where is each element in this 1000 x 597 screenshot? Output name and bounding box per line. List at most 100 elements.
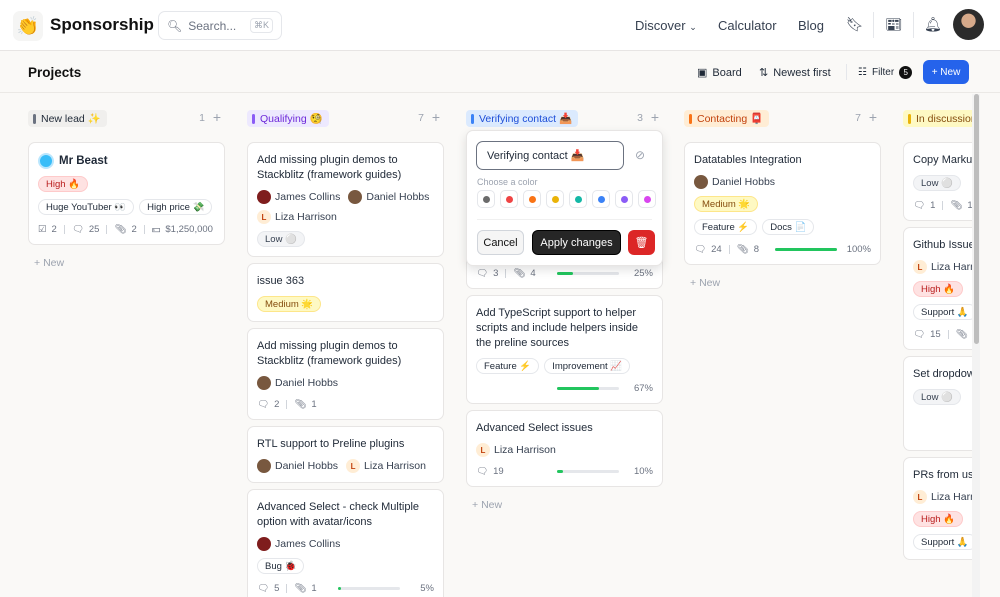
assignee[interactable]: LLiza Harrison xyxy=(346,459,426,473)
task-card[interactable]: PRs from us L Liza Harrison High 🔥 Support 🙏 xyxy=(903,457,972,560)
nav-blog[interactable]: Blog xyxy=(798,18,824,33)
label-tag[interactable]: Docs 📄 xyxy=(762,219,815,235)
assignee[interactable]: Daniel Hobbs xyxy=(257,459,338,473)
paperclip-icon: 📎︎ xyxy=(294,399,307,410)
nav-calculator[interactable]: Calculator xyxy=(718,18,777,33)
bell-icon[interactable]: 🔔︎ xyxy=(924,16,942,33)
plus-icon[interactable]: + xyxy=(869,109,877,125)
column-title-chip[interactable]: In discussion xyxy=(903,110,972,127)
progress-percent: 67% xyxy=(633,383,653,394)
label-tag[interactable]: Feature ⚡ xyxy=(476,358,540,374)
plus-icon[interactable]: + xyxy=(651,109,659,125)
priority-badge[interactable]: Low ⚪ xyxy=(913,175,961,191)
user-avatar[interactable] xyxy=(953,9,984,40)
column-title: Verifying contact 📥 xyxy=(479,113,573,125)
newspaper-icon[interactable]: 📰︎ xyxy=(885,16,903,33)
search-input[interactable]: 🔍︎ Search... ⌘K xyxy=(158,11,282,40)
priority-badge[interactable]: Low ⚪ xyxy=(257,231,305,247)
filter-button[interactable]: ☷ Filter 5 xyxy=(858,66,913,79)
brand-name[interactable]: Sponsorship xyxy=(50,15,154,35)
comments-count: 25 xyxy=(88,224,100,235)
priority-badge[interactable]: High 🔥 xyxy=(38,176,89,192)
label-tag[interactable]: Huge YouTuber 👀 xyxy=(38,199,135,215)
board-view-button[interactable]: ▣ Board xyxy=(697,66,742,80)
task-card[interactable]: Advanced Select issues L Liza Harrison 🗨︎ 19… xyxy=(466,410,663,487)
color-swatch[interactable] xyxy=(523,190,541,208)
priority-badge[interactable]: Low ⚪ xyxy=(913,389,961,405)
assignee[interactable]: Daniel Hobbs xyxy=(257,376,338,390)
plus-icon[interactable]: + xyxy=(213,109,221,125)
label-tag[interactable]: Support 🙏 xyxy=(913,534,972,550)
progress-percent: 100% xyxy=(846,244,871,255)
apply-changes-button[interactable]: Apply changes xyxy=(532,230,621,255)
assignee[interactable]: LLiza Harrison xyxy=(913,490,972,504)
task-card[interactable]: Add TypeScript support to helper scripts… xyxy=(466,295,663,404)
color-swatch[interactable] xyxy=(592,190,610,208)
assignee[interactable]: LLiza Harrison xyxy=(257,210,337,224)
add-new-card-button[interactable]: + New xyxy=(28,251,225,275)
priority-badge[interactable]: High 🔥 xyxy=(913,511,964,527)
label-tag[interactable]: Bug 🐞 xyxy=(257,558,305,574)
label-tag[interactable]: Feature ⚡ xyxy=(694,219,758,235)
progress-percent: 10% xyxy=(633,466,653,477)
label-tag[interactable]: Support 🙏 xyxy=(913,304,972,320)
column-title-chip[interactable]: Qualifying 🧐 xyxy=(247,110,329,127)
card-footer: 🗨︎ 3 📎︎ 4 25% xyxy=(476,268,653,279)
task-card[interactable]: Set dropdown default Low ⚪ xyxy=(903,356,972,451)
divider xyxy=(913,12,914,38)
column-title: Qualifying 🧐 xyxy=(260,113,323,125)
task-card[interactable]: RTL support to Preline plugins Daniel Hob… xyxy=(247,426,444,483)
delete-column-button[interactable]: 🗑︎ xyxy=(628,230,655,255)
assignee[interactable]: James Collins xyxy=(257,537,340,551)
task-card[interactable]: Copy Markup brokenLow ⚪🗨︎1📎︎1 xyxy=(903,142,972,221)
add-new-card-button[interactable]: + New xyxy=(466,493,663,517)
assignee[interactable]: Daniel Hobbs xyxy=(348,190,429,204)
assignee[interactable]: LLiza Harrison xyxy=(476,443,556,457)
assignee[interactable]: Daniel Hobbs xyxy=(694,175,775,189)
task-card[interactable]: Github Issue L Liza Harrison High 🔥 Support … xyxy=(903,227,972,350)
labels-row: Huge YouTuber 👀 High price 💸 xyxy=(38,199,215,215)
sort-button[interactable]: ⇅ Newest first xyxy=(759,66,831,80)
color-swatch[interactable] xyxy=(546,190,564,208)
color-swatch[interactable] xyxy=(569,190,587,208)
task-card[interactable]: issue 363 Medium 🌟 xyxy=(247,263,444,322)
priority-badge[interactable]: High 🔥 xyxy=(913,281,964,297)
color-swatch[interactable] xyxy=(500,190,518,208)
attachments-count: 1 xyxy=(311,399,317,410)
assignee[interactable]: LLiza Harrison xyxy=(913,260,972,274)
clapping-hands-icon[interactable]: 👏 xyxy=(13,11,43,41)
filter-count-badge: 5 xyxy=(899,66,913,79)
color-swatch[interactable] xyxy=(477,190,495,208)
color-swatch[interactable] xyxy=(638,190,656,208)
task-card[interactable]: Mr Beast High 🔥 Huge YouTuber 👀 High price … xyxy=(28,142,225,245)
label-tag[interactable]: Improvement 📈 xyxy=(544,358,631,374)
task-card[interactable]: Add missing plugin demos to Stackblitz (… xyxy=(247,142,444,257)
column-title-chip[interactable]: New lead ✨ xyxy=(28,110,107,127)
color-swatch[interactable] xyxy=(615,190,633,208)
nav-discover[interactable]: Discover ⌄ xyxy=(635,18,697,33)
task-card[interactable]: Datatables Integration Daniel Hobbs Medium… xyxy=(684,142,881,265)
avatar: L xyxy=(257,210,271,224)
plus-icon[interactable]: + xyxy=(432,109,440,125)
column-name-input[interactable] xyxy=(476,141,624,170)
priority-row: High 🔥 xyxy=(913,281,972,297)
add-new-card-button[interactable]: + New xyxy=(684,271,881,295)
new-project-button[interactable]: + New xyxy=(923,60,969,84)
label-tag[interactable]: High price 💸 xyxy=(139,199,213,215)
assignee[interactable]: James Collins xyxy=(257,190,340,204)
task-card[interactable]: Advanced Select - check Multiple option … xyxy=(247,489,444,597)
column-title-chip[interactable]: Contacting 📮 xyxy=(684,110,770,127)
bookmark-icon[interactable]: 🔖︎ xyxy=(846,16,864,33)
priority-row: Medium 🌟 xyxy=(257,296,434,312)
priority-badge[interactable]: Medium 🌟 xyxy=(257,296,322,312)
column-title-chip[interactable]: Verifying contact 📥 xyxy=(466,110,579,127)
priority-badge[interactable]: Medium 🌟 xyxy=(694,196,759,212)
avatar: L xyxy=(346,459,361,473)
card-title: Advanced Select - check Multiple option … xyxy=(257,500,434,530)
cancel-button[interactable]: Cancel xyxy=(477,230,524,255)
labels-row: Feature ⚡ Improvement 📈 xyxy=(476,358,653,374)
eye-off-icon[interactable]: ⊘ xyxy=(635,148,645,162)
scrollbar-thumb[interactable] xyxy=(974,94,979,344)
task-card[interactable]: Add missing plugin demos to Stackblitz (… xyxy=(247,328,444,420)
filter-icon: ☷ xyxy=(858,67,867,78)
